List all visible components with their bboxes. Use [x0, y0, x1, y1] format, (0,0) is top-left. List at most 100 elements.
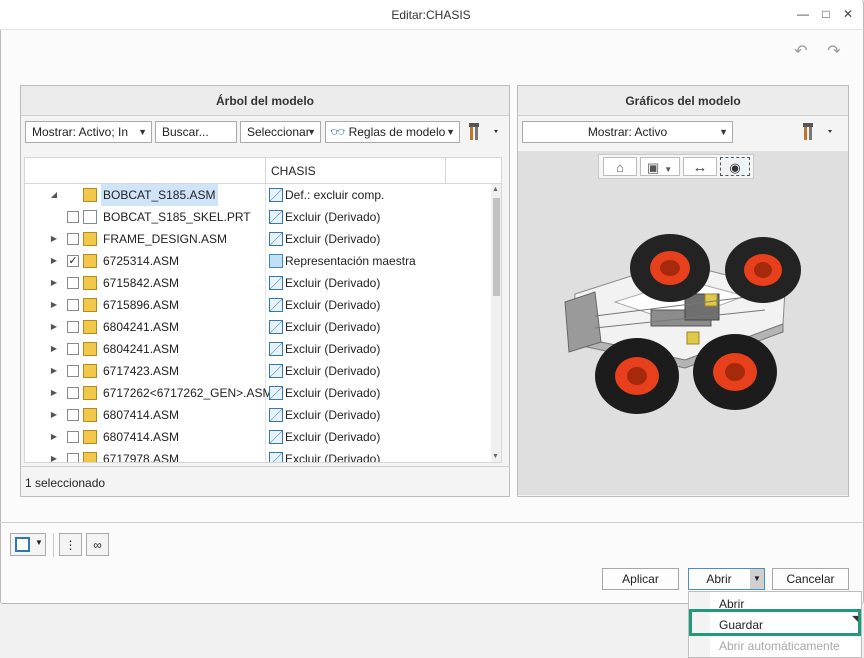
expand-icon[interactable]: ▶	[49, 360, 59, 382]
expand-icon[interactable]: ▶	[49, 448, 59, 462]
refit-view-icon[interactable]: ⌂	[603, 157, 637, 176]
row-status[interactable]: Excluir (Derivado)	[285, 206, 380, 228]
row-name: 6804241.ASM	[103, 342, 180, 356]
tree-row[interactable]: ▶ 6804241.ASM Excluir (Derivado)	[25, 316, 491, 338]
expand-icon[interactable]: ▶	[49, 294, 59, 316]
glasses-icon[interactable]: ∞	[86, 533, 109, 556]
row-name: 6717423.ASM	[103, 364, 180, 378]
graphics-view-toolbar: ⌂ ▣ ▼ ↔ ◉	[598, 154, 754, 179]
exclude-icon	[269, 298, 283, 312]
expand-icon[interactable]: ▶	[49, 404, 59, 426]
chevron-down-icon[interactable]: ▼	[750, 569, 764, 589]
tree-row[interactable]: ▶ 6717978.ASM Excluir (Derivado)	[25, 448, 491, 462]
tree-row[interactable]: ▶ 6715842.ASM Excluir (Derivado)	[25, 272, 491, 294]
expand-icon[interactable]: ▶	[49, 228, 59, 250]
model-rules-menu[interactable]: 👓︎ Reglas de modelo ▼	[325, 121, 460, 143]
expand-icon[interactable]: ▶	[49, 316, 59, 338]
assembly-icon	[83, 342, 97, 356]
apply-button[interactable]: Aplicar	[602, 568, 679, 590]
assembly-icon	[83, 430, 97, 444]
row-status[interactable]: Excluir (Derivado)	[285, 382, 380, 404]
expand-icon[interactable]: ▶	[49, 426, 59, 448]
row-status[interactable]: Excluir (Derivado)	[285, 448, 380, 462]
show-filter-select[interactable]: Mostrar: Activo; In ▼	[25, 121, 152, 143]
tree-row[interactable]: ▶ 6715896.ASM Excluir (Derivado)	[25, 294, 491, 316]
expand-icon[interactable]: ▶	[49, 272, 59, 294]
display-style-icon[interactable]: ▣ ▼	[640, 157, 680, 176]
cursor-icon: ◥	[852, 614, 859, 623]
row-status[interactable]: Excluir (Derivado)	[285, 294, 380, 316]
row-checkbox[interactable]	[67, 277, 79, 289]
assembly-icon	[83, 386, 97, 400]
row-name: 6715896.ASM	[103, 298, 180, 312]
row-status[interactable]: Excluir (Derivado)	[285, 228, 380, 250]
close-button[interactable]: ✕	[840, 6, 856, 22]
expand-icon[interactable]: ▶	[49, 338, 59, 360]
row-checkbox[interactable]	[67, 387, 79, 399]
graphics-show-select[interactable]: Mostrar: Activo ▼	[522, 121, 733, 143]
tree-settings-tools-icon[interactable]	[464, 121, 504, 143]
scroll-up-icon[interactable]: ▲	[492, 186, 499, 193]
tree-row[interactable]: BOBCAT_S185_SKEL.PRT Excluir (Derivado)	[25, 206, 491, 228]
expand-icon[interactable]: ▶	[49, 382, 59, 404]
select-menu[interactable]: Seleccionar ▼	[240, 121, 321, 143]
row-checkbox[interactable]	[67, 321, 79, 333]
exclude-icon	[269, 408, 283, 422]
tree-scroll-thumb[interactable]	[493, 198, 500, 296]
layout-toggle-button[interactable]: ▼	[10, 533, 46, 556]
exclude-icon	[269, 276, 283, 290]
tree-row[interactable]: ◢ BOBCAT_S185.ASM Def.: excluir comp.	[25, 184, 491, 206]
row-status[interactable]: Excluir (Derivado)	[285, 360, 380, 382]
pan-arrows-icon[interactable]: ↔	[683, 157, 717, 176]
row-status[interactable]: Excluir (Derivado)	[285, 404, 380, 426]
undo-icon[interactable]: ↶	[791, 43, 811, 61]
show-filter-value: Mostrar: Activo; In	[32, 125, 129, 139]
row-checkbox[interactable]	[67, 365, 79, 377]
row-status[interactable]: Excluir (Derivado)	[285, 338, 380, 360]
collapse-icon[interactable]: ◢	[49, 184, 59, 206]
search-input[interactable]: Buscar...	[155, 121, 237, 143]
minimize-button[interactable]: —	[795, 6, 811, 22]
open-split-button[interactable]: Abrir ▼	[688, 568, 765, 590]
view-visibility-eye-icon[interactable]: ◉	[720, 157, 750, 176]
chassis-3d-model-image	[564, 234, 801, 414]
master-rep-icon	[269, 254, 283, 268]
open-button-label[interactable]: Abrir	[689, 569, 749, 589]
row-checkbox[interactable]	[67, 211, 79, 223]
cancel-button[interactable]: Cancelar	[772, 568, 849, 590]
row-name: 6717262<6717262_GEN>.ASM	[103, 386, 273, 400]
column-header-chasis[interactable]: CHASIS	[271, 158, 316, 184]
row-name: BOBCAT_S185_SKEL.PRT	[103, 210, 251, 224]
row-checkbox[interactable]	[67, 299, 79, 311]
redo-icon[interactable]: ↷	[824, 43, 844, 61]
row-status[interactable]: Representación maestra	[285, 250, 416, 272]
row-checkbox[interactable]: ✓	[67, 255, 79, 267]
tree-structure-icon[interactable]: ⋮	[59, 533, 82, 556]
tree-row[interactable]: ▶ 6717423.ASM Excluir (Derivado)	[25, 360, 491, 382]
exclude-icon	[269, 320, 283, 334]
scroll-down-icon[interactable]: ▼	[492, 453, 499, 460]
tree-row[interactable]: ▶ 6807414.ASM Excluir (Derivado)	[25, 404, 491, 426]
row-checkbox[interactable]	[67, 343, 79, 355]
tree-row[interactable]: ▶ ✓ 6725314.ASM Representación maestra	[25, 250, 491, 272]
tree-row[interactable]: ▶ 6804241.ASM Excluir (Derivado)	[25, 338, 491, 360]
row-status[interactable]: Excluir (Derivado)	[285, 316, 380, 338]
row-checkbox[interactable]	[67, 233, 79, 245]
tree-row[interactable]: ▶ 6807414.ASM Excluir (Derivado)	[25, 426, 491, 448]
maximize-button[interactable]: □	[818, 6, 834, 22]
graphics-settings-tools-icon[interactable]	[798, 121, 838, 143]
row-checkbox[interactable]	[67, 453, 79, 462]
exclude-icon	[269, 342, 283, 356]
tree-row[interactable]: ▶ FRAME_DESIGN.ASM Excluir (Derivado)	[25, 228, 491, 250]
row-status[interactable]: Excluir (Derivado)	[285, 272, 380, 294]
expand-icon[interactable]: ▶	[49, 250, 59, 272]
row-name: FRAME_DESIGN.ASM	[103, 232, 228, 246]
glasses-icon: 👓︎	[330, 125, 346, 139]
row-checkbox[interactable]	[67, 409, 79, 421]
row-status[interactable]: Excluir (Derivado)	[285, 426, 380, 448]
tree-row[interactable]: ▶ 6717262<6717262_GEN>.ASM Excluir (Deriva…	[25, 382, 491, 404]
row-checkbox[interactable]	[67, 431, 79, 443]
window-title: Editar:CHASIS	[391, 8, 471, 22]
row-status[interactable]: Def.: excluir comp.	[285, 184, 384, 206]
exclude-icon	[269, 364, 283, 378]
